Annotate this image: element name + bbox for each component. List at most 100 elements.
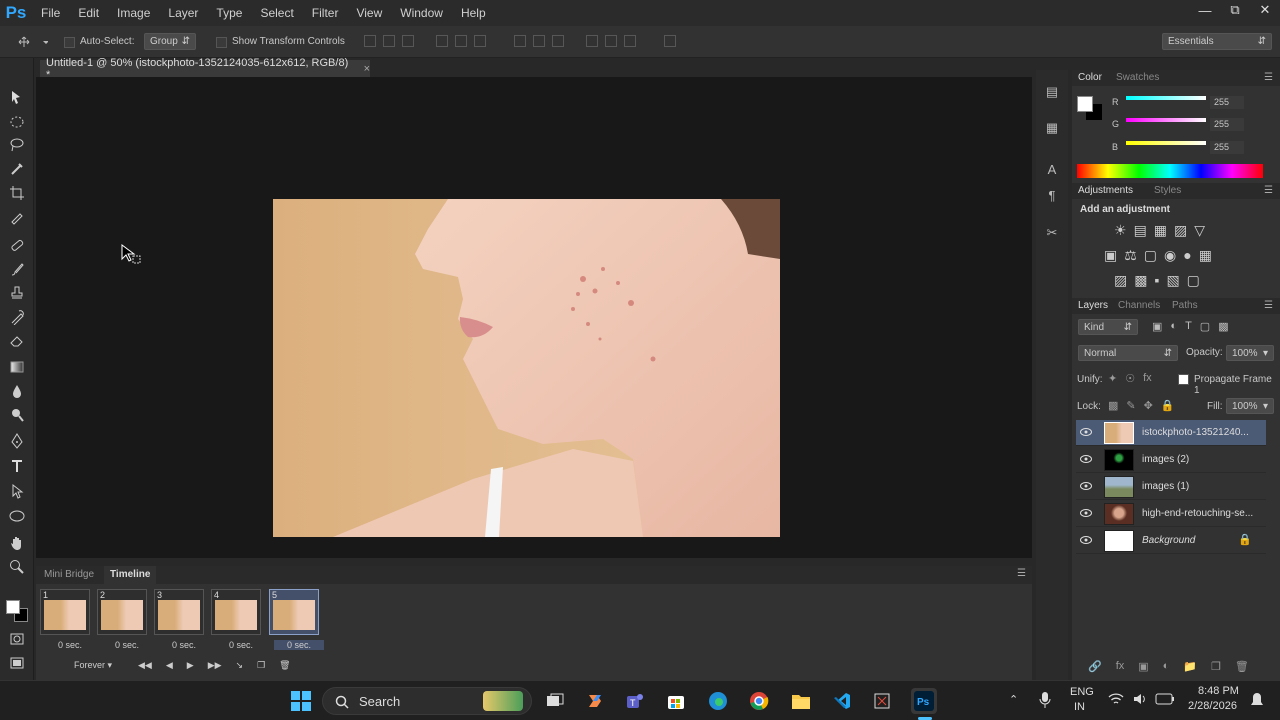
eraser-tool-icon[interactable] bbox=[8, 332, 26, 350]
exposure-icon[interactable]: ▨ bbox=[1174, 222, 1187, 239]
eye-icon[interactable] bbox=[1080, 427, 1092, 437]
propagate-frame-checkbox[interactable] bbox=[1178, 374, 1189, 385]
posterize-icon[interactable]: ▩ bbox=[1134, 272, 1147, 289]
vscode-icon[interactable] bbox=[829, 688, 855, 714]
battery-icon[interactable] bbox=[1155, 693, 1175, 705]
eyedropper-tool-icon[interactable] bbox=[8, 208, 26, 226]
language-label[interactable]: ENG bbox=[1070, 686, 1094, 698]
black-white-icon[interactable]: ▢ bbox=[1144, 247, 1157, 264]
paragraph-icon[interactable]: ¶ bbox=[1044, 188, 1060, 204]
eye-icon[interactable] bbox=[1080, 508, 1092, 518]
tool-presets-icon[interactable]: ✂ bbox=[1044, 225, 1060, 241]
file-explorer-icon[interactable] bbox=[788, 688, 814, 714]
minimize-button[interactable]: — bbox=[1190, 0, 1220, 20]
shape-tool-icon[interactable] bbox=[8, 507, 26, 525]
crop-tool-icon[interactable] bbox=[8, 184, 26, 202]
gradient-map-icon[interactable]: ▢ bbox=[1187, 272, 1200, 289]
move-tool-preset-icon[interactable] bbox=[18, 35, 48, 49]
auto-select-dropdown[interactable]: Group ⇵ bbox=[144, 33, 196, 50]
channel-mixer-icon[interactable]: ● bbox=[1183, 247, 1191, 264]
timeline-frame[interactable]: 1 bbox=[40, 589, 90, 635]
layer-name[interactable]: Background bbox=[1142, 535, 1195, 546]
layer-name[interactable]: high-end-retouching-se... bbox=[1142, 508, 1253, 519]
align-right-icon[interactable] bbox=[474, 35, 486, 47]
filter-pixel-icon[interactable]: ▣ bbox=[1152, 320, 1162, 333]
tab-swatches[interactable]: Swatches bbox=[1116, 72, 1159, 83]
timeline-frame-selected[interactable]: 5 bbox=[269, 589, 319, 635]
eye-icon[interactable] bbox=[1080, 454, 1092, 464]
filter-adjustment-icon[interactable]: ◐ bbox=[1170, 320, 1177, 333]
frame-delay[interactable]: 0 sec. bbox=[159, 640, 209, 650]
layer-mask-icon[interactable]: ▣ bbox=[1138, 660, 1148, 673]
green-value[interactable]: 255 bbox=[1210, 118, 1244, 131]
align-vcenter-icon[interactable] bbox=[383, 35, 395, 47]
lock-transparent-icon[interactable]: ▩ bbox=[1108, 399, 1118, 412]
brightness-icon[interactable]: ☀ bbox=[1114, 222, 1127, 239]
layer-row[interactable]: high-end-retouching-se... bbox=[1076, 501, 1266, 527]
menu-filter[interactable]: Filter bbox=[303, 0, 348, 26]
taskbar-search-box[interactable]: Search bbox=[322, 687, 532, 715]
menu-type[interactable]: Type bbox=[207, 0, 251, 26]
eye-icon[interactable] bbox=[1080, 481, 1092, 491]
previous-frame-icon[interactable]: ◀ bbox=[166, 660, 173, 671]
photoshop-taskbar-icon[interactable]: Ps bbox=[911, 688, 937, 714]
menu-file[interactable]: File bbox=[32, 0, 69, 26]
show-transform-checkbox[interactable] bbox=[216, 37, 227, 48]
timeline-frame[interactable]: 3 bbox=[154, 589, 204, 635]
menu-window[interactable]: Window bbox=[391, 0, 452, 26]
quick-selection-tool-icon[interactable] bbox=[8, 160, 26, 178]
move-tool-icon[interactable] bbox=[8, 88, 26, 106]
path-selection-tool-icon[interactable] bbox=[8, 482, 26, 500]
close-document-icon[interactable]: × bbox=[364, 63, 370, 75]
layer-style-icon[interactable]: fx bbox=[1116, 660, 1125, 673]
invert-icon[interactable]: ▨ bbox=[1114, 272, 1127, 289]
layer-row[interactable]: Background 🔒 bbox=[1076, 528, 1266, 554]
align-left-icon[interactable] bbox=[436, 35, 448, 47]
panel-menu-icon[interactable]: ☰ bbox=[1264, 72, 1273, 83]
layer-row-selected[interactable]: istockphoto-13521240... bbox=[1076, 420, 1266, 446]
edge-browser-icon[interactable] bbox=[705, 688, 731, 714]
close-window-button[interactable]: ✕ bbox=[1250, 0, 1280, 20]
timeline-frame[interactable]: 2 bbox=[97, 589, 147, 635]
clone-stamp-tool-icon[interactable] bbox=[8, 284, 26, 302]
panel-menu-icon[interactable]: ☰ bbox=[1264, 300, 1273, 311]
brush-tool-icon[interactable] bbox=[8, 260, 26, 278]
distribute-right-icon[interactable] bbox=[624, 35, 636, 47]
marquee-tool-icon[interactable] bbox=[8, 113, 26, 131]
blue-slider[interactable] bbox=[1126, 141, 1206, 145]
pen-tool-icon[interactable] bbox=[8, 432, 26, 450]
distribute-hcenter-icon[interactable] bbox=[605, 35, 617, 47]
first-frame-icon[interactable]: ◀◀ bbox=[138, 660, 152, 671]
layer-row[interactable]: images (1) bbox=[1076, 474, 1266, 500]
distribute-left-icon[interactable] bbox=[586, 35, 598, 47]
wifi-icon[interactable] bbox=[1108, 692, 1124, 706]
delete-frame-icon[interactable]: 🗑 bbox=[279, 660, 290, 671]
start-button-icon[interactable] bbox=[288, 688, 314, 714]
document-tab[interactable]: Untitled-1 @ 50% (istockphoto-1352124035… bbox=[40, 57, 370, 81]
history-icon[interactable]: ▤ bbox=[1044, 84, 1060, 100]
microsoft-store-icon[interactable] bbox=[663, 688, 689, 714]
quick-mask-icon[interactable] bbox=[8, 630, 26, 648]
frame-delay[interactable]: 0 sec. bbox=[45, 640, 95, 650]
region-label[interactable]: IN bbox=[1074, 701, 1085, 713]
menu-edit[interactable]: Edit bbox=[69, 0, 108, 26]
red-value[interactable]: 255 bbox=[1210, 96, 1244, 109]
duplicate-frame-icon[interactable]: ❐ bbox=[257, 660, 265, 671]
layer-filter-dropdown[interactable]: Kind ⇵ bbox=[1078, 319, 1138, 335]
levels-icon[interactable]: ▤ bbox=[1134, 222, 1147, 239]
tab-styles[interactable]: Styles bbox=[1154, 185, 1181, 196]
layer-name[interactable]: images (2) bbox=[1142, 454, 1189, 465]
layer-name[interactable]: istockphoto-13521240... bbox=[1142, 427, 1249, 438]
filter-shape-icon[interactable]: ▢ bbox=[1200, 320, 1210, 333]
timeline-menu-icon[interactable]: ☰ bbox=[1017, 568, 1026, 579]
distribute-vcenter-icon[interactable] bbox=[533, 35, 545, 47]
green-slider[interactable] bbox=[1126, 118, 1206, 122]
align-top-icon[interactable] bbox=[364, 35, 376, 47]
healing-brush-tool-icon[interactable] bbox=[8, 236, 26, 254]
tab-mini-bridge[interactable]: Mini Bridge bbox=[44, 566, 94, 584]
red-slider[interactable] bbox=[1126, 96, 1206, 100]
menu-layer[interactable]: Layer bbox=[159, 0, 207, 26]
tab-channels[interactable]: Channels bbox=[1118, 300, 1160, 311]
timeline-frame[interactable]: 4 bbox=[211, 589, 261, 635]
lasso-tool-icon[interactable] bbox=[8, 136, 26, 154]
